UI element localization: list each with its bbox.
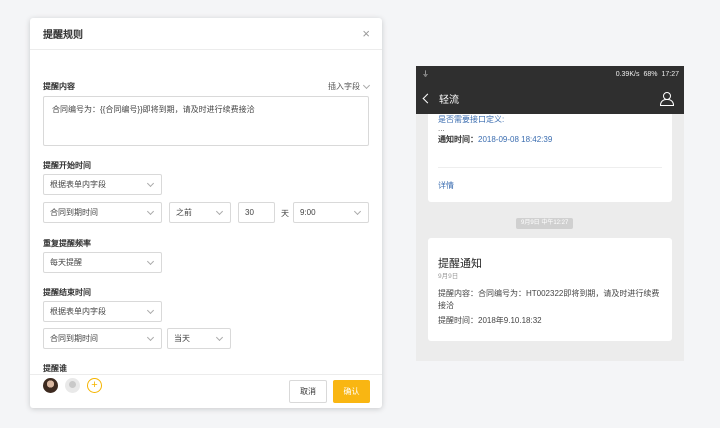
card-notify-time: 通知时间：2018-09-08 18:42:39 — [438, 134, 552, 145]
confirm-button[interactable]: 确认 — [333, 380, 370, 403]
chevron-down-icon — [146, 333, 155, 341]
card-question: 是否需要接口定义: — [438, 115, 505, 124]
timestamp-pill: 9月9日 中午12:27 — [516, 218, 574, 229]
download-icon: ⏚ — [422, 71, 429, 78]
chevron-down-icon — [146, 257, 155, 265]
back-arrow-icon[interactable] — [422, 93, 433, 103]
divider — [438, 167, 662, 168]
chevron-down-icon — [146, 306, 155, 314]
start-relation-select[interactable]: 之前 — [169, 202, 231, 223]
reminder-rule-dialog: 提醒规则 × 提醒内容 插入字段 合同编号为：{{合同编号}}即将到期，请及时进… — [30, 18, 382, 408]
nav-title: 轻流 — [439, 94, 459, 106]
cancel-button[interactable]: 取消 — [289, 380, 327, 403]
reminder-title: 提醒通知 — [438, 258, 482, 270]
dialog-body: 提醒内容 插入字段 合同编号为：{{合同编号}}即将到期，请及时进行续费接洽 提… — [43, 50, 371, 393]
reminder-date: 9月9日 — [438, 273, 459, 280]
start-field-value: 合同到期时间 — [50, 208, 98, 217]
clock: 17:27 — [661, 70, 679, 78]
phone-screen: ⏚ 0.39K/s 68% 17:27 轻流 是否需要接口定义: ... 通知时… — [416, 66, 684, 361]
network-speed: 0.39K/s — [615, 70, 640, 78]
user-icon[interactable] — [660, 92, 674, 106]
battery-level: 68% — [643, 70, 658, 78]
dialog-title: 提醒规则 — [43, 30, 83, 41]
start-time-label: 提醒开始时间 — [43, 161, 91, 170]
start-source-value: 根据表单内字段 — [50, 180, 106, 189]
dialog-footer: 取消 确认 — [30, 374, 382, 408]
close-icon[interactable]: × — [362, 27, 370, 40]
message-card: 是否需要接口定义: ... 通知时间：2018-09-08 18:42:39 详… — [428, 114, 672, 202]
chevron-down-icon — [362, 81, 371, 89]
details-link[interactable]: 详情 — [438, 180, 454, 191]
end-source-select[interactable]: 根据表单内字段 — [43, 301, 162, 322]
notify-time-label: 通知时间： — [438, 135, 478, 144]
end-relation-value: 当天 — [174, 334, 190, 343]
end-field-value: 合同到期时间 — [50, 334, 98, 343]
who-label: 提醒谁 — [43, 364, 67, 373]
start-offset-input[interactable]: 30 — [238, 202, 275, 223]
status-bar: ⏚ 0.39K/s 68% 17:27 — [416, 66, 684, 82]
frequency-label: 重复提醒频率 — [43, 239, 91, 248]
end-field-select[interactable]: 合同到期时间 — [43, 328, 162, 349]
reminder-content: 提醒内容：合同编号为：HT002322即将到期，请及时进行续费接洽 — [438, 289, 660, 310]
start-time-value: 9:00 — [300, 208, 316, 217]
insert-field-dropdown[interactable]: 插入字段 — [328, 81, 371, 92]
notify-time-value: 2018-09-08 18:42:39 — [478, 135, 553, 144]
reminder-card[interactable]: 提醒通知 9月9日 提醒内容：合同编号为：HT002322即将到期，请及时进行续… — [428, 238, 672, 341]
end-source-value: 根据表单内字段 — [50, 307, 106, 316]
chevron-down-icon — [215, 333, 224, 341]
nav-bar: 轻流 — [416, 82, 684, 114]
chevron-down-icon — [215, 207, 224, 215]
status-right: 0.39K/s 68% 17:27 — [616, 71, 679, 78]
chevron-down-icon — [353, 207, 362, 215]
frequency-value: 每天提醒 — [50, 258, 82, 267]
start-relation-value: 之前 — [176, 208, 192, 217]
chevron-down-icon — [146, 179, 155, 187]
dialog-header: 提醒规则 × — [30, 18, 382, 50]
start-source-select[interactable]: 根据表单内字段 — [43, 174, 162, 195]
reminder-time: 提醒时间：2018年9.10.18:32 — [438, 316, 542, 325]
end-relation-select[interactable]: 当天 — [167, 328, 231, 349]
insert-field-label: 插入字段 — [328, 82, 360, 91]
start-unit-label: 天 — [281, 209, 289, 218]
chevron-down-icon — [146, 207, 155, 215]
end-time-label: 提醒结束时间 — [43, 288, 91, 297]
start-time-select[interactable]: 9:00 — [293, 202, 369, 223]
start-field-select[interactable]: 合同到期时间 — [43, 202, 162, 223]
content-textarea[interactable]: 合同编号为：{{合同编号}}即将到期，请及时进行续费接洽 — [43, 96, 369, 146]
card-ellipsis: ... — [438, 124, 445, 133]
frequency-select[interactable]: 每天提醒 — [43, 252, 162, 273]
content-label: 提醒内容 — [43, 82, 75, 91]
nav-left: 轻流 — [422, 91, 459, 106]
